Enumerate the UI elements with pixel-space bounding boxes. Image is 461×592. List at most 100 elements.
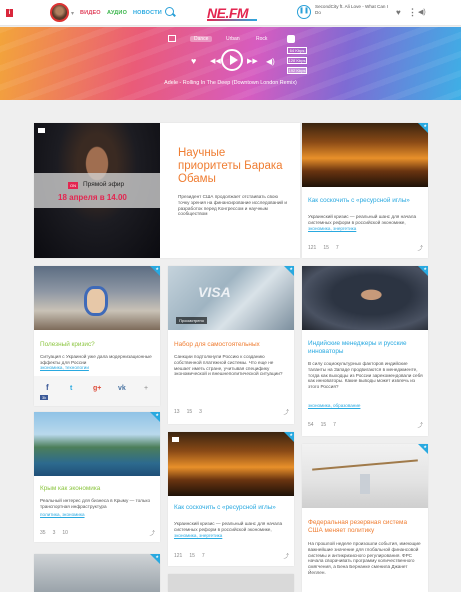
article-text: Украинский кризис — реальный шанс для на… [174,521,283,532]
views-count: 35 [40,530,46,536]
app-logo-icon[interactable]: i [6,9,13,17]
volume-icon[interactable]: ◀) [418,8,426,16]
partial-photo [34,554,160,592]
comments-count: 15 [189,553,195,559]
article-text: Президент США продолжает отстаивать свою… [178,194,287,217]
article-title[interactable]: Как соскочить с «ресурсной иглы» [174,504,289,512]
article-tags[interactable]: политика, экономика [40,512,85,517]
comments-count: 3 [52,530,56,536]
views-count: 13 [174,409,180,415]
next-icon[interactable]: ▶▶ [247,57,258,65]
current-track: Adele - Rolling In The Deep (Downtown Lo… [164,80,297,86]
star-icon [418,123,428,133]
article-card-india[interactable]: Индийские менеджеры и русские инноваторы… [302,266,428,436]
live-label: Прямой эфир [83,181,125,188]
article-title[interactable]: Индийские менеджеры и русские инноваторы [308,340,423,355]
carousel-dots[interactable] [223,90,235,100]
share-panel: f 3k t g+ vk + [34,376,160,406]
article-title[interactable]: Полезный кризис? [40,341,95,349]
article-text: Ситуация с Украиной уже дала модернизаци… [40,354,152,365]
article-tags[interactable]: экономика, образование [308,403,360,408]
likes-count: 3 [199,409,202,415]
article-stats: 121 15 7 [174,553,212,559]
article-text: Реальный интерес для бизнеса в Крыму — т… [40,498,151,509]
play-button[interactable] [221,49,243,71]
more-icon[interactable]: ⋮ [408,7,417,18]
star-icon [284,266,294,276]
facebook-icon[interactable]: f [46,383,49,392]
article-tags[interactable]: экономика, энергетика [174,533,222,538]
article-text: В силу социокультурных факторов индийски… [308,361,423,390]
article-tags[interactable]: экономика, энергетика [308,226,356,231]
article-text: На прошлой неделе произошли события, име… [308,541,421,575]
nav-news[interactable]: НОВОСТИ [133,10,162,16]
volume-icon[interactable]: ◀) [266,57,275,66]
article-text: Украинский кризис — реальный шанс для на… [308,214,417,225]
share-icon[interactable]: ⤴ [283,552,289,560]
article-title[interactable]: Набор для самостоятельных [174,341,260,349]
article-card-oil-2[interactable]: Как соскочить с «ресурсной иглы» Украинс… [168,432,294,566]
genre-urban[interactable]: Urban [226,36,240,42]
google-plus-icon[interactable]: g+ [93,385,101,392]
more-share-icon[interactable]: + [144,385,148,392]
article-tags[interactable]: экономика, технологии [40,365,89,370]
share-icon[interactable]: ⤴ [149,529,155,537]
chevron-down-icon[interactable]: ▾ [71,10,74,17]
article-title[interactable]: Крым как экономика [40,485,100,493]
star-icon [150,412,160,422]
video-icon [38,128,45,133]
likes-count: 10 [62,530,68,536]
hand-graphic [360,474,370,494]
share-icon[interactable]: ⤴ [417,421,423,429]
article-card-fed[interactable]: Федеральная резервная система США меняет… [302,444,428,592]
article-card-partial[interactable] [34,554,160,592]
live-date: 18 апреля в 14.00 [58,193,127,202]
likes-count: 7 [335,245,339,251]
oil-photo [168,432,294,496]
hero-player: Dance Urban Rock ♥ ◀◀ ▶▶ ◀) 64 Kbps 128 … [0,27,461,100]
vk-icon[interactable]: vk [118,385,126,392]
nav-audio[interactable]: АУДИО [107,10,127,16]
settings-icon[interactable] [287,35,295,43]
article-card-partial-2[interactable] [168,574,294,592]
article-stats: 54 15 7 [308,422,343,428]
article-title[interactable]: Как соскочить с «ресурсной иглы» [308,197,423,205]
star-icon [418,266,428,276]
comments-count: 15 [320,422,327,428]
article-title[interactable]: Федеральная резервная система США меняет… [308,519,423,534]
previous-icon[interactable]: ◀◀ [210,57,221,65]
share-icon[interactable]: ⤴ [283,408,289,416]
share-icon[interactable]: ⤴ [417,244,423,252]
visa-logo: VISA [198,284,231,300]
bitrate-64[interactable]: 64 Kbps [287,47,307,54]
viewed-badge: Просмотрено [176,317,207,324]
top-bar: i ▾ ВИДЕО АУДИО НОВОСТИ NE.FM ❚❚ SecondC… [0,0,461,26]
nav-video[interactable]: ВИДЕО [80,10,101,16]
heart-icon[interactable]: ♥ [396,8,401,17]
star-icon [418,444,428,454]
pause-button[interactable]: ❚❚ [297,5,311,19]
article-stats: 121 15 7 [308,245,346,251]
india-photo [302,266,428,330]
genre-rock[interactable]: Rock [256,36,267,42]
views-count: 121 [174,553,183,559]
likes-count: 7 [333,422,336,428]
genre-list-icon[interactable] [168,35,176,42]
article-card-visa[interactable]: VISA Просмотрено Набор для самостоятельн… [168,266,294,424]
article-card-crisis[interactable]: Полезный кризис? Ситуация с Украиной уже… [34,266,160,406]
search-icon[interactable] [165,7,174,16]
twitter-icon[interactable]: t [70,385,72,392]
bitrate-192[interactable]: 192 Kbps [287,67,307,74]
share-count: 3k [40,395,49,400]
genre-dance[interactable]: Dance [190,36,213,42]
video-icon [172,437,179,442]
live-overlay: ON Прямой эфир 18 апреля в 14.00 [34,173,160,208]
article-card-obama[interactable]: ON Прямой эфир 18 апреля в 14.00 Научные… [34,123,300,258]
user-avatar[interactable] [50,3,69,22]
bitrate-128[interactable]: 128 Kbps [287,57,307,64]
article-card-crimea[interactable]: Крым как экономика Реальный интерес для … [34,412,160,542]
article-title[interactable]: Научные приоритеты Барака Обамы [178,147,288,186]
heart-icon[interactable]: ♥ [191,56,196,66]
oil-photo [302,123,428,187]
article-card-oil[interactable]: Как соскочить с «ресурсной иглы» Украинс… [302,123,428,258]
